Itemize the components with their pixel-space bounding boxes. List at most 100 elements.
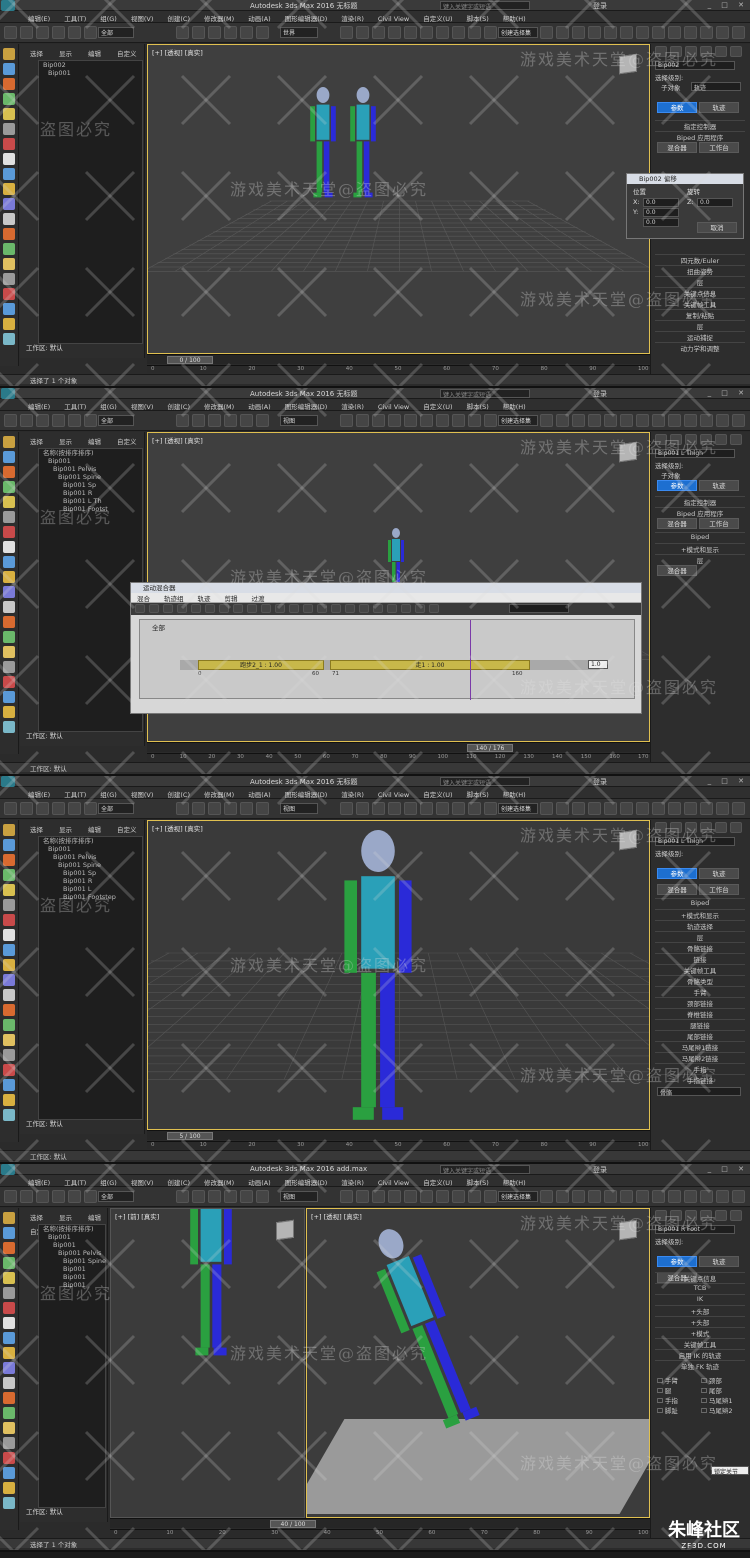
command-tab-icon[interactable]: [670, 822, 682, 833]
rollout-header[interactable]: Biped 应用程序: [655, 507, 745, 518]
toolbar-button[interactable]: [540, 802, 553, 815]
rollout-header[interactable]: +头部: [655, 1316, 745, 1327]
scene-tab[interactable]: 编辑: [88, 1212, 101, 1222]
fk-track-checkbox[interactable]: ☐ 手臂: [657, 1375, 699, 1385]
mixer-track-row[interactable]: 跑步2_1 : 1.00 走1 : 1.00 0 60 71 160: [180, 660, 600, 677]
toolbar-button[interactable]: [84, 1190, 97, 1203]
toolbar-button[interactable]: [176, 26, 189, 39]
params-tab[interactable]: 参数: [657, 102, 697, 113]
rollout-header[interactable]: 扭曲姿势: [655, 265, 745, 276]
params-tab[interactable]: 参数: [657, 868, 697, 879]
toolbar-button[interactable]: [700, 802, 713, 815]
track-bar-ruler[interactable]: 0 10 20 30 40 50 60 70 80 90 100: [110, 1529, 650, 1537]
track-tab[interactable]: 轨迹: [699, 1256, 739, 1267]
tool-icon[interactable]: [3, 1212, 15, 1224]
toolbar-button[interactable]: [208, 26, 221, 39]
scene-tab[interactable]: 自定义: [117, 436, 137, 446]
toolbar-button[interactable]: [452, 1190, 465, 1203]
toolbar-button[interactable]: [604, 26, 617, 39]
cancel-button[interactable]: 取消: [697, 222, 737, 233]
toolbar-button[interactable]: [700, 26, 713, 39]
toolbar-button[interactable]: [224, 802, 237, 815]
named-selection-dropdown[interactable]: 创建选择集: [498, 27, 538, 38]
rollout-button[interactable]: 工作台: [699, 142, 739, 153]
toolbar-button[interactable]: [732, 1190, 745, 1203]
tree-item[interactable]: Bip001 Footstep: [39, 893, 142, 901]
toolbar-button[interactable]: [588, 802, 601, 815]
tool-icon[interactable]: [3, 854, 15, 866]
tool-icon[interactable]: [3, 243, 15, 255]
scene-tab[interactable]: 编辑: [88, 824, 101, 834]
search-input[interactable]: 键入关键字或短语: [440, 389, 530, 399]
params-tab[interactable]: 参数: [657, 480, 697, 491]
toolbar-button[interactable]: [540, 26, 553, 39]
toolbar-button[interactable]: [588, 26, 601, 39]
fk-track-checkbox[interactable]: ☐ 马尾辫2: [701, 1405, 743, 1415]
tool-icon[interactable]: [3, 1422, 15, 1434]
menu-item[interactable]: 工具(T): [64, 399, 86, 411]
ref-coord-dropdown[interactable]: 世界: [280, 27, 318, 38]
tool-icon[interactable]: [3, 273, 15, 285]
rollout-header[interactable]: 单独 FK 轨迹: [655, 1360, 745, 1371]
scene-tab[interactable]: 自定义: [117, 824, 137, 834]
toolbar-button[interactable]: [192, 1190, 205, 1203]
workspace-label[interactable]: 工作区: 默认: [26, 730, 63, 740]
login-link[interactable]: 登录: [593, 1165, 607, 1175]
toolbar-button[interactable]: [36, 414, 49, 427]
tool-icon[interactable]: [3, 1362, 15, 1374]
mixer-tool-button[interactable]: [191, 604, 201, 613]
toolbar-button[interactable]: [572, 802, 585, 815]
rollout-header[interactable]: 指定控制器: [655, 496, 745, 507]
command-tab-icon[interactable]: [670, 434, 682, 445]
fk-track-checkbox[interactable]: ☐ 脚趾: [657, 1405, 699, 1415]
toolbar-button[interactable]: [436, 414, 449, 427]
toolbar-button[interactable]: [20, 414, 33, 427]
toolbar-button[interactable]: [572, 1190, 585, 1203]
toolbar-button[interactable]: [484, 802, 497, 815]
toolbar-button[interactable]: [224, 414, 237, 427]
rollout-button[interactable]: 混合器: [657, 142, 697, 153]
menu-item[interactable]: 脚本(S): [467, 11, 489, 23]
toolbar-button[interactable]: [84, 26, 97, 39]
toolbar-button[interactable]: [420, 1190, 433, 1203]
mixer-tool-button[interactable]: [373, 604, 383, 613]
pos-y-spinner[interactable]: 0.0: [643, 208, 679, 217]
menu-item[interactable]: 自定义(U): [423, 399, 452, 411]
tool-icon[interactable]: [3, 646, 15, 658]
toolbar-button[interactable]: [20, 26, 33, 39]
toolbar-button[interactable]: [588, 1190, 601, 1203]
biped-bip001[interactable]: [310, 87, 336, 198]
toolbar-button[interactable]: [668, 802, 681, 815]
tool-icon[interactable]: [3, 481, 15, 493]
toolbar-button[interactable]: [20, 1190, 33, 1203]
tool-icon[interactable]: [3, 183, 15, 195]
rollout-header[interactable]: 尾部链接: [655, 1030, 745, 1041]
rollout-button[interactable]: 混合器: [657, 518, 697, 529]
toolbar-button[interactable]: [356, 414, 369, 427]
scene-tab[interactable]: 选择: [30, 48, 43, 58]
search-input[interactable]: 键入关键字或短语: [440, 1165, 530, 1175]
mixer-tool-button[interactable]: [233, 604, 243, 613]
object-name-field[interactable]: Bip001 L Thigh: [655, 449, 735, 458]
command-tab-icon[interactable]: [700, 46, 712, 57]
menu-item[interactable]: Civil View: [378, 401, 409, 411]
toolbar-button[interactable]: [192, 414, 205, 427]
checkbox-box[interactable]: ☐: [657, 1377, 665, 1385]
menu-item[interactable]: 编辑(E): [28, 787, 50, 799]
track-tab[interactable]: 轨迹: [699, 868, 739, 879]
rollout-button[interactable]: 工作台: [699, 518, 739, 529]
tool-icon[interactable]: [3, 869, 15, 881]
tool-icon[interactable]: [3, 93, 15, 105]
tool-icon[interactable]: [3, 496, 15, 508]
tool-icon[interactable]: [3, 706, 15, 718]
toolbar-button[interactable]: [84, 414, 97, 427]
toolbar-button[interactable]: [716, 802, 729, 815]
tree-item[interactable]: Bip001: [39, 1273, 105, 1281]
rollout-header[interactable]: 马尾辫2链接: [655, 1052, 745, 1063]
tool-icon[interactable]: [3, 63, 15, 75]
toolbar-button[interactable]: [668, 26, 681, 39]
tree-item[interactable]: Bip002: [39, 61, 142, 69]
biped-leaning[interactable]: [363, 1221, 485, 1431]
rollout-header[interactable]: 复制/粘贴: [655, 309, 745, 320]
tree-item[interactable]: Bip001: [39, 69, 142, 77]
